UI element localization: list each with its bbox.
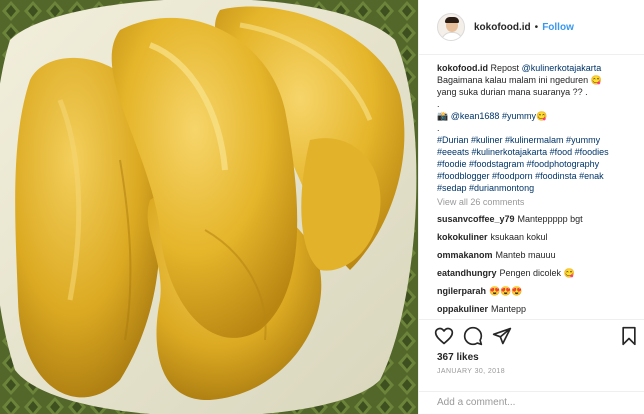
- durian-image: [0, 0, 418, 414]
- post-header: kokofood.id • Follow: [419, 0, 644, 55]
- caption-username[interactable]: kokofood.id: [437, 63, 488, 73]
- action-icons: [434, 326, 639, 348]
- camera-emoji: 📸: [437, 111, 449, 121]
- caption-hashtags[interactable]: #eeeats #kulinerkotajakarta #food #foodi…: [437, 146, 637, 158]
- comment-row: ommakanom Manteb mauuu: [437, 249, 637, 267]
- comment-text: Mantepp: [491, 304, 527, 314]
- comment-text: Manteb mauuu: [495, 250, 556, 260]
- likes-count[interactable]: 367 likes: [437, 352, 479, 363]
- comment-row: eatandhungry Pengen dicolek 😋: [437, 267, 637, 285]
- caption-hashtags[interactable]: #foodblogger #foodporn #foodinsta #enak: [437, 170, 637, 182]
- comment-text: Pengen dicolek 😋: [499, 268, 575, 278]
- comment-text: ksukaan kokul: [490, 232, 548, 242]
- post-photo[interactable]: [0, 0, 418, 414]
- comment-list: susanvcoffee_y79 Manteppppp bgt kokokulin…: [437, 213, 637, 321]
- header-username[interactable]: kokofood.id: [474, 22, 531, 33]
- post-side-panel: kokofood.id • Follow kokofood.id Repost …: [418, 0, 644, 414]
- bookmark-icon[interactable]: [619, 326, 639, 346]
- caption-repost: Repost: [490, 63, 520, 73]
- caption-hashtags[interactable]: #sedap #durianmontong: [437, 182, 637, 194]
- post-actions: 367 likes JANUARY 30, 2018 Add a comment…: [419, 319, 644, 408]
- caption-line: .: [437, 99, 440, 109]
- follow-button[interactable]: Follow: [542, 22, 574, 33]
- comment-row: susanvcoffee_y79 Manteppppp bgt: [437, 213, 637, 231]
- heart-icon[interactable]: [434, 326, 454, 346]
- caption-line: .: [437, 123, 440, 133]
- comment-text: 😍😍😍: [489, 286, 523, 296]
- add-comment-input[interactable]: Add a comment...: [419, 391, 644, 414]
- comment-username[interactable]: ommakanom: [437, 250, 493, 260]
- comment-username[interactable]: eatandhungry: [437, 268, 497, 278]
- comment-username[interactable]: oppakuliner: [437, 304, 488, 314]
- comment-text: Manteppppp bgt: [517, 214, 583, 224]
- comment-row: ngilerparah 😍😍😍: [437, 285, 637, 303]
- comments-section: kokofood.id Repost @kulinerkotajakarta B…: [437, 62, 637, 321]
- comment-username[interactable]: susanvcoffee_y79: [437, 214, 515, 224]
- comment-icon[interactable]: [463, 326, 483, 346]
- comment-row: kokokuliner ksukaan kokul: [437, 231, 637, 249]
- caption: kokofood.id Repost @kulinerkotajakarta B…: [437, 62, 637, 194]
- caption-hashtag[interactable]: #yummy😋: [502, 111, 547, 121]
- avatar[interactable]: [437, 13, 465, 41]
- caption-hashtags[interactable]: #foodie #foodstagram #foodphotography: [437, 158, 637, 170]
- caption-repost-mention[interactable]: @kulinerkotajakarta: [522, 63, 602, 73]
- caption-mention[interactable]: @kean1688: [451, 111, 500, 121]
- comment-username[interactable]: ngilerparah: [437, 286, 486, 296]
- header-separator: •: [534, 21, 539, 33]
- comment-username[interactable]: kokokuliner: [437, 232, 488, 242]
- view-all-comments-link[interactable]: View all 26 comments: [437, 195, 637, 210]
- caption-hashtags[interactable]: #Durian #kuliner #kulinermalam #yummy: [437, 134, 637, 146]
- caption-line: Bagaimana kalau malam ini ngeduren 😋: [437, 75, 602, 85]
- post-date: JANUARY 30, 2018: [437, 368, 506, 375]
- share-icon[interactable]: [492, 326, 512, 346]
- caption-line: yang suka durian mana suaranya ?? .: [437, 87, 588, 97]
